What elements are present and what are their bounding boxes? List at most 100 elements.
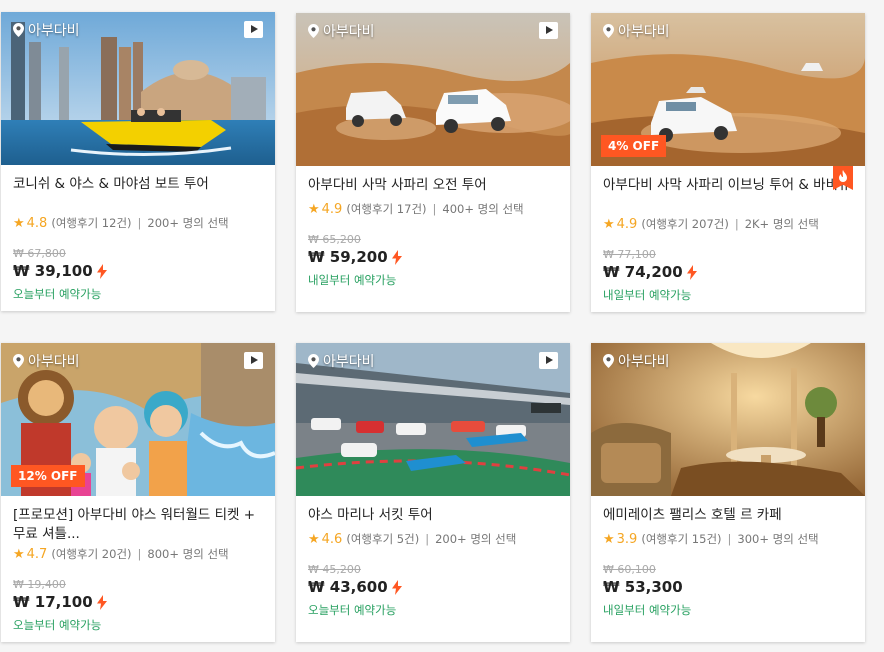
location-pin-icon <box>308 24 319 38</box>
availability-text: 내일부터 예약가능 <box>603 603 692 617</box>
location-text: 아부다비 <box>323 24 375 40</box>
lightning-icon <box>391 579 402 595</box>
activity-card[interactable]: 아부다비 4% OFF 아부다비 사막 사파리 이브닝 투어 & 바비큐 ★ 4… <box>591 13 865 312</box>
activity-title[interactable]: 코니쉬 & 야스 & 마야섬 보트 투어 <box>13 175 263 213</box>
selection-count: 800+ 명의 선택 <box>147 547 229 561</box>
price-row: ₩ 43,600 <box>308 578 558 596</box>
rating-row: ★ 4.7 (여행후기 20건) | 800+ 명의 선택 <box>13 546 263 562</box>
sale-price: ₩ 39,100 <box>13 262 93 280</box>
location-label: 아부다비 <box>13 351 80 371</box>
activity-card[interactable]: 아부다비 아부다비 사막 사파리 오전 투어 ★ 4.9 (여행후기 17건) … <box>296 13 570 312</box>
activity-title[interactable]: [프로모션] 아부다비 야스 워터월드 티켓 + 무료 셔틀... <box>13 506 263 544</box>
location-label: 아부다비 <box>603 21 670 41</box>
rating-value: 4.8 <box>26 215 48 231</box>
availability-text: 내일부터 예약가능 <box>308 273 397 287</box>
activity-title[interactable]: 아부다비 사막 사파리 이브닝 투어 & 바비큐 <box>603 176 853 214</box>
location-text: 아부다비 <box>618 354 670 370</box>
original-price: ₩ 65,200 <box>308 233 361 246</box>
rating-row: ★ 4.9 (여행후기 207건) | 2K+ 명의 선택 <box>603 216 853 232</box>
rating-row: ★ 4.9 (여행후기 17건) | 400+ 명의 선택 <box>308 201 558 217</box>
rating-row: ★ 4.8 (여행후기 12건) | 200+ 명의 선택 <box>13 215 263 231</box>
activity-title[interactable]: 아부다비 사막 사파리 오전 투어 <box>308 176 558 195</box>
location-label: 아부다비 <box>13 20 80 40</box>
activity-card[interactable]: 아부다비 코니쉬 & 야스 & 마야섬 보트 투어 ★ 4.8 (여행후기 12… <box>1 12 275 311</box>
divider: | <box>137 216 142 230</box>
activity-image[interactable]: 아부다비 <box>296 343 570 496</box>
rating-row: ★ 4.6 (여행후기 5건) | 200+ 명의 선택 <box>308 531 558 547</box>
play-video-icon[interactable] <box>244 352 263 369</box>
review-count: (여행후기 12건) <box>51 216 132 230</box>
selection-count: 300+ 명의 선택 <box>737 532 819 546</box>
divider: | <box>734 217 739 231</box>
location-pin-icon <box>603 24 614 38</box>
sale-price: ₩ 53,300 <box>603 578 683 596</box>
activity-card[interactable]: 아부다비 에미레이츠 팰리스 호텔 르 카페 ★ 3.9 (여행후기 15건) … <box>591 343 865 642</box>
review-count: (여행후기 15건) <box>641 532 722 546</box>
activity-title[interactable]: 에미레이츠 팰리스 호텔 르 카페 <box>603 506 853 525</box>
location-text: 아부다비 <box>323 354 375 370</box>
sale-price: ₩ 59,200 <box>308 248 388 266</box>
lightning-icon <box>96 594 107 610</box>
original-price: ₩ 45,200 <box>308 563 361 576</box>
original-price: ₩ 19,400 <box>13 578 66 591</box>
activity-card[interactable]: 아부다비 12% OFF [프로모션] 아부다비 야스 워터월드 티켓 + 무료… <box>1 343 275 642</box>
divider: | <box>432 202 437 216</box>
original-price: ₩ 67,800 <box>13 247 66 260</box>
location-pin-icon <box>13 23 24 37</box>
price-row: ₩ 17,100 <box>13 593 263 611</box>
lightning-icon <box>391 249 402 265</box>
sale-price: ₩ 17,100 <box>13 593 93 611</box>
fire-icon <box>839 170 847 182</box>
price-row: ₩ 74,200 <box>603 263 853 281</box>
play-video-icon[interactable] <box>539 22 558 39</box>
location-label: 아부다비 <box>603 351 670 371</box>
original-price: ₩ 77,100 <box>603 248 656 261</box>
location-text: 아부다비 <box>28 354 80 370</box>
selection-count: 2K+ 명의 선택 <box>744 217 819 231</box>
availability-text: 오늘부터 예약가능 <box>308 603 397 617</box>
star-icon: ★ <box>13 546 25 562</box>
original-price: ₩ 60,100 <box>603 563 656 576</box>
location-text: 아부다비 <box>28 23 80 39</box>
activity-image[interactable]: 아부다비 <box>591 343 865 496</box>
location-pin-icon <box>13 354 24 368</box>
play-video-icon[interactable] <box>539 352 558 369</box>
review-count: (여행후기 20건) <box>51 547 132 561</box>
activity-grid: 아부다비 코니쉬 & 야스 & 마야섬 보트 투어 ★ 4.8 (여행후기 12… <box>0 0 884 652</box>
review-count: (여행후기 207건) <box>641 217 729 231</box>
selection-count: 200+ 명의 선택 <box>147 216 229 230</box>
sale-price: ₩ 43,600 <box>308 578 388 596</box>
activity-title[interactable]: 야스 마리나 서킷 투어 <box>308 506 558 525</box>
sale-price: ₩ 74,200 <box>603 263 683 281</box>
rating-row: ★ 3.9 (여행후기 15건) | 300+ 명의 선택 <box>603 531 853 547</box>
availability-text: 오늘부터 예약가능 <box>13 287 102 301</box>
divider: | <box>727 532 732 546</box>
availability-text: 오늘부터 예약가능 <box>13 618 102 632</box>
rating-value: 3.9 <box>616 531 638 547</box>
activity-image[interactable]: 아부다비 <box>1 12 275 165</box>
selection-count: 400+ 명의 선택 <box>442 202 524 216</box>
activity-image[interactable]: 아부다비 12% OFF <box>1 343 275 496</box>
selection-count: 200+ 명의 선택 <box>435 532 517 546</box>
activity-card[interactable]: 아부다비 야스 마리나 서킷 투어 ★ 4.6 (여행후기 5건) | 200+… <box>296 343 570 642</box>
rating-value: 4.9 <box>616 216 638 232</box>
review-count: (여행후기 17건) <box>346 202 427 216</box>
star-icon: ★ <box>308 201 320 217</box>
location-text: 아부다비 <box>618 24 670 40</box>
star-icon: ★ <box>308 531 320 547</box>
location-pin-icon <box>308 354 319 368</box>
activity-image[interactable]: 아부다비 <box>296 13 570 166</box>
star-icon: ★ <box>603 216 615 232</box>
price-row: ₩ 53,300 <box>603 578 853 596</box>
star-icon: ★ <box>603 531 615 547</box>
discount-badge: 4% OFF <box>601 135 667 157</box>
play-video-icon[interactable] <box>244 21 263 38</box>
activity-image[interactable]: 아부다비 4% OFF <box>591 13 865 166</box>
divider: | <box>137 547 142 561</box>
rating-value: 4.9 <box>321 201 343 217</box>
star-icon: ★ <box>13 215 25 231</box>
availability-text: 내일부터 예약가능 <box>603 288 692 302</box>
location-label: 아부다비 <box>308 351 375 371</box>
review-count: (여행후기 5건) <box>346 532 420 546</box>
discount-badge: 12% OFF <box>11 465 85 487</box>
